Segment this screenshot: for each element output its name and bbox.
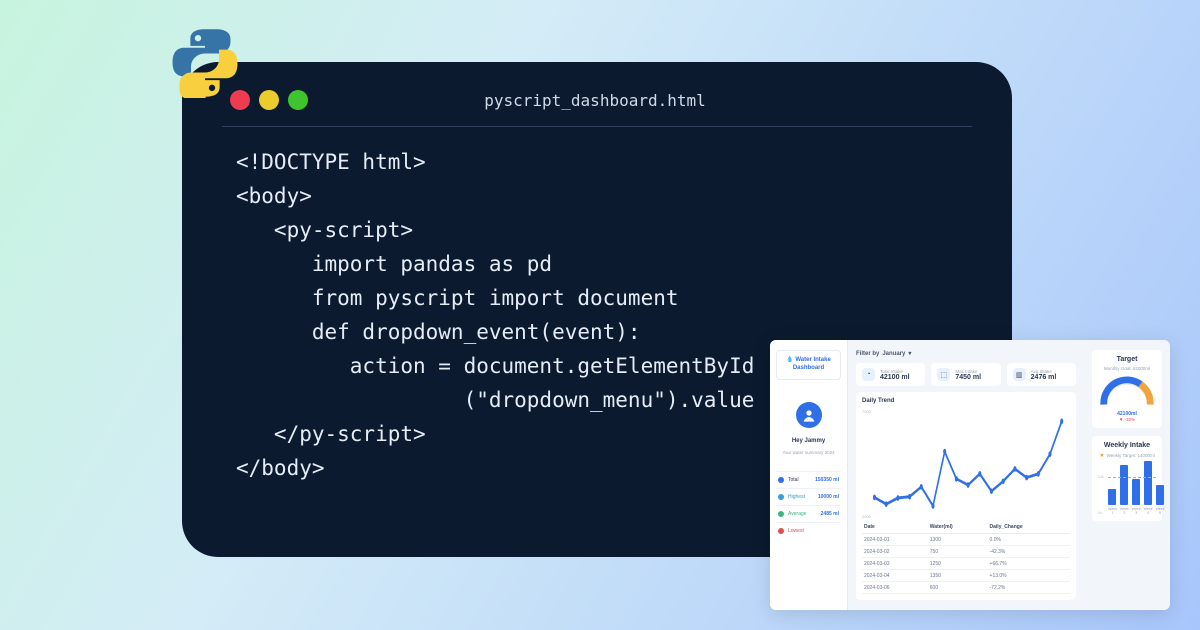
bar-column: Week 3 [1132, 479, 1141, 515]
daily-trend-card: Daily Trend 7000 2000 DateWater(ml)Daily… [856, 392, 1076, 600]
weekly-intake-card: Weekly Intake ★ Weekly Target: 14000ml 1… [1092, 436, 1162, 521]
filename-label: pyscript_dashboard.html [218, 91, 972, 110]
sidebar-stat: Total150350 ml [776, 471, 841, 488]
table-header: Water(ml) [928, 521, 988, 534]
filter-dropdown[interactable]: Filter by January ▾ [856, 350, 1076, 357]
table-header: Daily_Change [988, 521, 1070, 534]
weekly-title: Weekly Intake [1098, 442, 1156, 449]
water-drop-icon: 💧 [786, 357, 793, 363]
bar-column: Week 2 [1120, 465, 1129, 515]
avatar [796, 402, 822, 428]
dashboard-title: 💧 Water Intake Dashboard [776, 350, 841, 380]
window-titlebar: pyscript_dashboard.html [222, 90, 972, 127]
sidebar-stat: Lowest [776, 522, 841, 539]
table-row: 2024-03-0113000.0% [862, 534, 1070, 546]
chevron-down-icon: ▾ [908, 350, 911, 357]
weekly-subtitle: ★ Weekly Target: 14000ml [1098, 452, 1156, 459]
kpi-card: ◔Total Intake42100 ml [856, 363, 925, 386]
sidebar-stat: Highest10000 ml [776, 488, 841, 505]
table-row: 2024-03-02750-42.3% [862, 546, 1070, 558]
table-header: Date [862, 521, 928, 534]
greeting: Hey Jammy [792, 438, 825, 444]
target-title: Target [1098, 356, 1156, 363]
kpi-card: ▥Avg Intake2476 ml [1007, 363, 1076, 386]
python-logo-icon [170, 28, 240, 98]
dashboard-main: Filter by January ▾ ◔Total Intake42100 m… [848, 340, 1084, 610]
kpi-icon: ◔ [862, 368, 875, 381]
dashboard-sidebar: 💧 Water Intake Dashboard Hey Jammy Your … [770, 340, 848, 610]
dashboard-preview: 💧 Water Intake Dashboard Hey Jammy Your … [770, 340, 1170, 610]
data-table: DateWater(ml)Daily_Change 2024-03-011300… [862, 521, 1070, 594]
bar-column: Week 1 [1108, 489, 1117, 515]
target-card: Target Monthly Goal: 62000ml 42100ml ▼ -… [1092, 350, 1162, 428]
star-icon: ★ [1099, 452, 1104, 459]
sidebar-stat: Average2485 ml [776, 505, 841, 522]
target-delta: ▼ -32% [1098, 417, 1156, 422]
weekly-bar-chart: 12k 5k Week 1Week 2Week 3Week 4Week 5 [1098, 467, 1156, 515]
kpi-icon: ▥ [1013, 368, 1026, 381]
trend-title: Daily Trend [862, 398, 1070, 404]
dashboard-right-column: Target Monthly Goal: 62000ml 42100ml ▼ -… [1084, 340, 1170, 610]
bar-column: Week 4 [1144, 461, 1153, 515]
target-gauge-chart [1098, 373, 1156, 409]
table-row: 2024-03-041350+13.0% [862, 570, 1070, 582]
table-row: 2024-03-031250+66.7% [862, 558, 1070, 570]
kpi-icon: ⬚ [937, 368, 950, 381]
greeting-subtitle: Your water summary 2024 [782, 450, 834, 455]
target-subtitle: Monthly Goal: 62000ml [1098, 366, 1156, 371]
table-row: 2024-03-06600-72.2% [862, 582, 1070, 594]
trend-line-chart: 7000 2000 [862, 407, 1070, 521]
kpi-card: ⬚Max Intake7450 ml [931, 363, 1000, 386]
bar-column: Week 5 [1156, 485, 1165, 515]
